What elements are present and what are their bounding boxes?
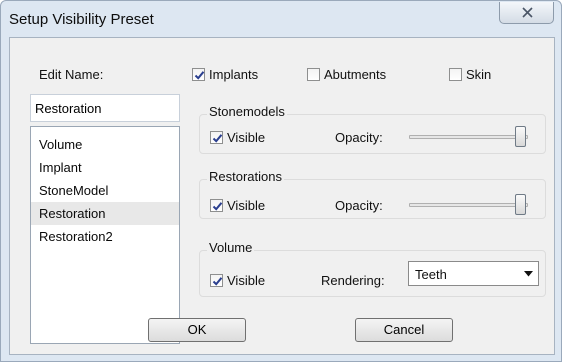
window-title: Setup Visibility Preset xyxy=(9,11,154,28)
dialog-body: Edit Name: Restoration Volume Implant St… xyxy=(9,37,555,355)
restorations-visible-label[interactable]: Visible xyxy=(227,198,265,213)
rendering-label: Rendering: xyxy=(321,273,385,288)
ok-button[interactable]: OK xyxy=(148,318,246,342)
chevron-down-icon xyxy=(524,271,533,277)
close-button[interactable] xyxy=(499,2,554,24)
dialog-window: Setup Visibility Preset Edit Name: Resto… xyxy=(0,0,562,362)
close-icon xyxy=(522,7,533,18)
edit-name-input[interactable]: Restoration xyxy=(30,94,180,122)
skin-label[interactable]: Skin xyxy=(466,67,491,82)
list-item[interactable]: Volume xyxy=(31,133,179,156)
rendering-select[interactable]: Teeth xyxy=(408,261,539,286)
restorations-opacity-thumb[interactable] xyxy=(515,194,526,215)
cancel-button[interactable]: Cancel xyxy=(355,318,453,342)
title-bar[interactable]: Setup Visibility Preset xyxy=(1,1,561,37)
stonemodels-group-title: Stonemodels xyxy=(207,104,287,119)
stonemodels-opacity-label: Opacity: xyxy=(335,130,383,145)
volume-group-title: Volume xyxy=(207,240,255,255)
stonemodels-opacity-thumb[interactable] xyxy=(515,126,526,147)
volume-visible-checkbox[interactable] xyxy=(210,274,223,287)
stonemodels-visible-checkbox[interactable] xyxy=(210,131,223,144)
preset-list[interactable]: Volume Implant StoneModel Restoration Re… xyxy=(30,126,180,344)
check-icon xyxy=(194,71,205,80)
stonemodels-visible-label[interactable]: Visible xyxy=(227,130,265,145)
list-item-selected[interactable]: Restoration xyxy=(31,202,179,225)
list-item[interactable]: StoneModel xyxy=(31,179,179,202)
restorations-opacity-track[interactable] xyxy=(409,203,528,207)
abutments-label[interactable]: Abutments xyxy=(324,67,386,82)
check-icon xyxy=(212,134,223,143)
check-icon xyxy=(212,277,223,286)
stonemodels-opacity-track[interactable] xyxy=(409,135,528,139)
volume-visible-label[interactable]: Visible xyxy=(227,273,265,288)
skin-checkbox[interactable] xyxy=(449,68,462,81)
restorations-group-title: Restorations xyxy=(207,169,284,184)
abutments-checkbox[interactable] xyxy=(307,68,320,81)
restorations-visible-checkbox[interactable] xyxy=(210,199,223,212)
rendering-selected-value: Teeth xyxy=(415,267,447,282)
restorations-opacity-label: Opacity: xyxy=(335,198,383,213)
implants-checkbox[interactable] xyxy=(192,68,205,81)
check-icon xyxy=(212,202,223,211)
implants-label[interactable]: Implants xyxy=(209,67,258,82)
edit-name-label: Edit Name: xyxy=(39,67,104,82)
list-item[interactable]: Implant xyxy=(31,156,179,179)
list-item[interactable]: Restoration2 xyxy=(31,225,179,248)
